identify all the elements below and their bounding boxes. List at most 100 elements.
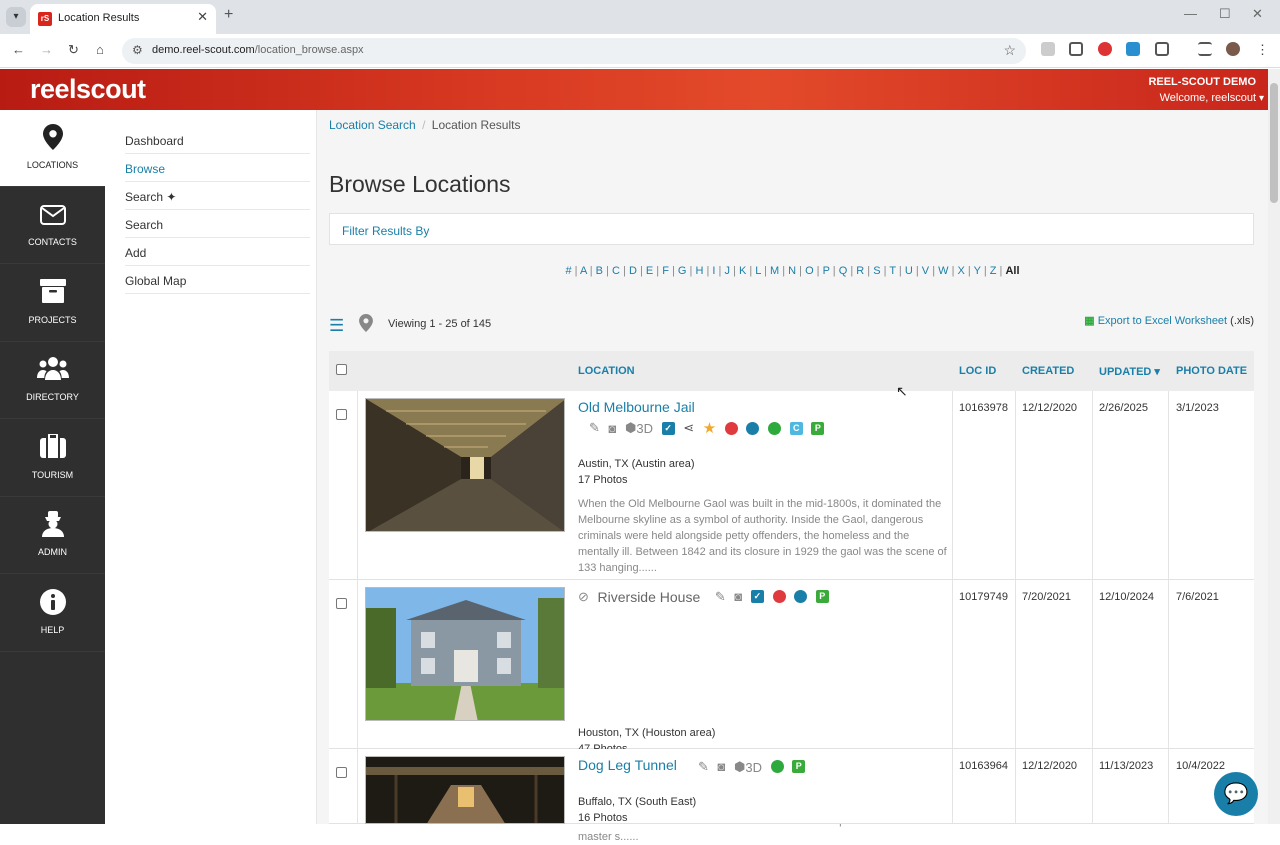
col-created[interactable]: CREATED [1022, 365, 1074, 377]
alpha-filter-link[interactable]: S [873, 265, 880, 277]
minimize-icon[interactable]: — [1184, 6, 1197, 21]
left-nav: LOCATIONS CONTACTS PROJECTS DIRECTORY TO… [0, 110, 105, 824]
col-loc-id[interactable]: LOC ID [959, 365, 996, 377]
location-name-link[interactable]: Riverside House [598, 589, 701, 605]
row-checkbox[interactable] [336, 598, 347, 609]
camera-icon[interactable]: ◙ [609, 421, 617, 436]
location-name-link[interactable]: Dog Leg Tunnel [578, 757, 677, 773]
nav-locations[interactable]: LOCATIONS [0, 110, 105, 187]
export-excel[interactable]: ▦ Export to Excel Worksheet (.xls) [1084, 314, 1254, 327]
nav-admin[interactable]: ADMIN [0, 497, 105, 574]
nav-tourism[interactable]: TOURISM [0, 420, 105, 497]
alpha-filter-link[interactable]: M [770, 265, 779, 277]
location-name-link[interactable]: Old Melbourne Jail [578, 399, 695, 415]
menu-dots-icon[interactable]: ⋮ [1256, 42, 1269, 58]
sub-nav-add[interactable]: Add [125, 238, 310, 266]
nav-contacts[interactable]: CONTACTS [0, 187, 105, 264]
col-location[interactable]: LOCATION [578, 365, 635, 377]
sub-nav-dashboard[interactable]: Dashboard [125, 126, 310, 154]
alpha-filter-all[interactable]: All [1005, 265, 1019, 277]
alpha-filter-link[interactable]: U [905, 265, 913, 277]
tab-search-icon[interactable]: ▾ [6, 7, 26, 27]
user-menu[interactable]: Welcome, reelscout [1160, 92, 1256, 104]
extensions-puzzle-icon[interactable] [1155, 42, 1169, 56]
address-bar[interactable]: ⚙ demo.reel-scout.com/location_browse.as… [122, 38, 1026, 64]
location-thumbnail[interactable] [365, 587, 565, 721]
back-icon[interactable]: ← [12, 42, 25, 57]
map-view-icon[interactable] [359, 314, 373, 337]
loc-id: 10163978 [959, 402, 1008, 414]
sub-nav-search[interactable]: Search [125, 210, 310, 238]
badge-p: P [815, 590, 829, 604]
reelscout-logo[interactable]: reelscout [30, 74, 146, 105]
extension-icon[interactable] [1126, 42, 1140, 56]
camera-icon[interactable]: ◙ [718, 759, 726, 774]
alpha-filter-link[interactable]: A [580, 265, 587, 277]
alpha-filter-link[interactable]: O [805, 265, 814, 277]
edit-pencil-icon[interactable]: ✎ [715, 589, 726, 605]
nav-help[interactable]: HELP [0, 575, 105, 652]
row-checkbox[interactable] [336, 409, 347, 420]
sub-nav-browse[interactable]: Browse [125, 154, 310, 182]
bookmark-star-icon[interactable]: ☆ [1003, 42, 1016, 59]
home-icon[interactable]: ⌂ [96, 42, 104, 57]
page-scrollbar[interactable] [1268, 69, 1280, 824]
extension-icon[interactable] [1098, 42, 1112, 56]
edit-pencil-icon[interactable]: ✎ [698, 759, 709, 775]
window-close-icon[interactable]: ✕ [1252, 6, 1263, 22]
caret-down-icon[interactable]: ▾ [1259, 93, 1264, 104]
camera-icon[interactable]: ◙ [734, 589, 742, 604]
checked-icon: ✓ [661, 421, 675, 435]
tab-close-icon[interactable]: ✕ [197, 9, 208, 25]
filter-label[interactable]: Filter Results By [342, 224, 429, 238]
status-dot-blue [794, 590, 808, 604]
sub-nav-ai-search[interactable]: Search ✦ [125, 182, 310, 210]
export-link[interactable]: Export to Excel Worksheet [1098, 315, 1227, 327]
alpha-filter-link[interactable]: C [612, 265, 620, 277]
star-icon[interactable]: ★ [703, 419, 716, 437]
3d-icon[interactable]: ⬢3D [734, 759, 762, 775]
alpha-filter-link[interactable]: B [596, 265, 603, 277]
nav-projects[interactable]: PROJECTS [0, 265, 105, 342]
location-thumbnail[interactable] [365, 398, 565, 532]
browser-tab[interactable]: rS Location Results ✕ [30, 4, 216, 34]
url-text: demo.reel-scout.com/location_browse.aspx [152, 44, 364, 56]
alpha-filter-link[interactable]: W [938, 265, 948, 277]
alpha-filter-link[interactable]: P [823, 265, 830, 277]
table-row: Dog Leg Tunnel ✎ ◙ ⬢3D P Buffalo, TX (So… [329, 749, 1254, 824]
extension-icon[interactable] [1041, 42, 1055, 56]
new-tab-icon[interactable]: + [224, 6, 233, 24]
alpha-filter-link[interactable]: F [662, 265, 669, 277]
filter-panel[interactable]: Filter Results By [329, 213, 1254, 245]
3d-icon[interactable]: ⬢3D [625, 420, 653, 436]
checked-icon: ✓ [750, 590, 764, 604]
badge-c: C [789, 421, 803, 435]
alpha-filter-link[interactable]: Q [839, 265, 848, 277]
scrollbar-thumb[interactable] [1270, 83, 1278, 203]
location-thumbnail[interactable] [365, 756, 565, 824]
share-icon[interactable]: ⋖ [683, 420, 694, 436]
excel-icon: ▦ [1084, 315, 1095, 327]
site-info-icon[interactable]: ⚙ [132, 43, 143, 57]
alpha-filter-link[interactable]: X [958, 265, 965, 277]
edit-pencil-icon[interactable]: ✎ [589, 420, 600, 436]
profile-avatar[interactable] [1226, 42, 1240, 56]
media-icon[interactable] [1198, 42, 1212, 56]
alpha-filter-link[interactable]: N [788, 265, 796, 277]
maximize-icon[interactable]: ☐ [1219, 6, 1231, 22]
alpha-filter-link[interactable]: D [629, 265, 637, 277]
row-checkbox[interactable] [336, 767, 347, 778]
chat-bubble-icon[interactable]: 💬 [1214, 772, 1258, 816]
select-all-checkbox[interactable] [336, 364, 347, 375]
col-updated[interactable]: UPDATED ▾ [1099, 365, 1160, 378]
reload-icon[interactable]: ↻ [68, 42, 79, 58]
nav-directory[interactable]: DIRECTORY [0, 342, 105, 419]
forward-icon[interactable]: → [40, 42, 53, 57]
breadcrumb-link[interactable]: Location Search [329, 118, 416, 132]
sub-nav-global-map[interactable]: Global Map [125, 266, 310, 294]
col-photo-date[interactable]: PHOTO DATE [1176, 365, 1247, 377]
list-view-icon[interactable]: ☰ [329, 316, 344, 336]
screen-capture-icon[interactable] [1069, 42, 1083, 56]
location-city: Buffalo, TX (South East) [578, 796, 697, 808]
alpha-filter-link[interactable]: Y [974, 265, 981, 277]
